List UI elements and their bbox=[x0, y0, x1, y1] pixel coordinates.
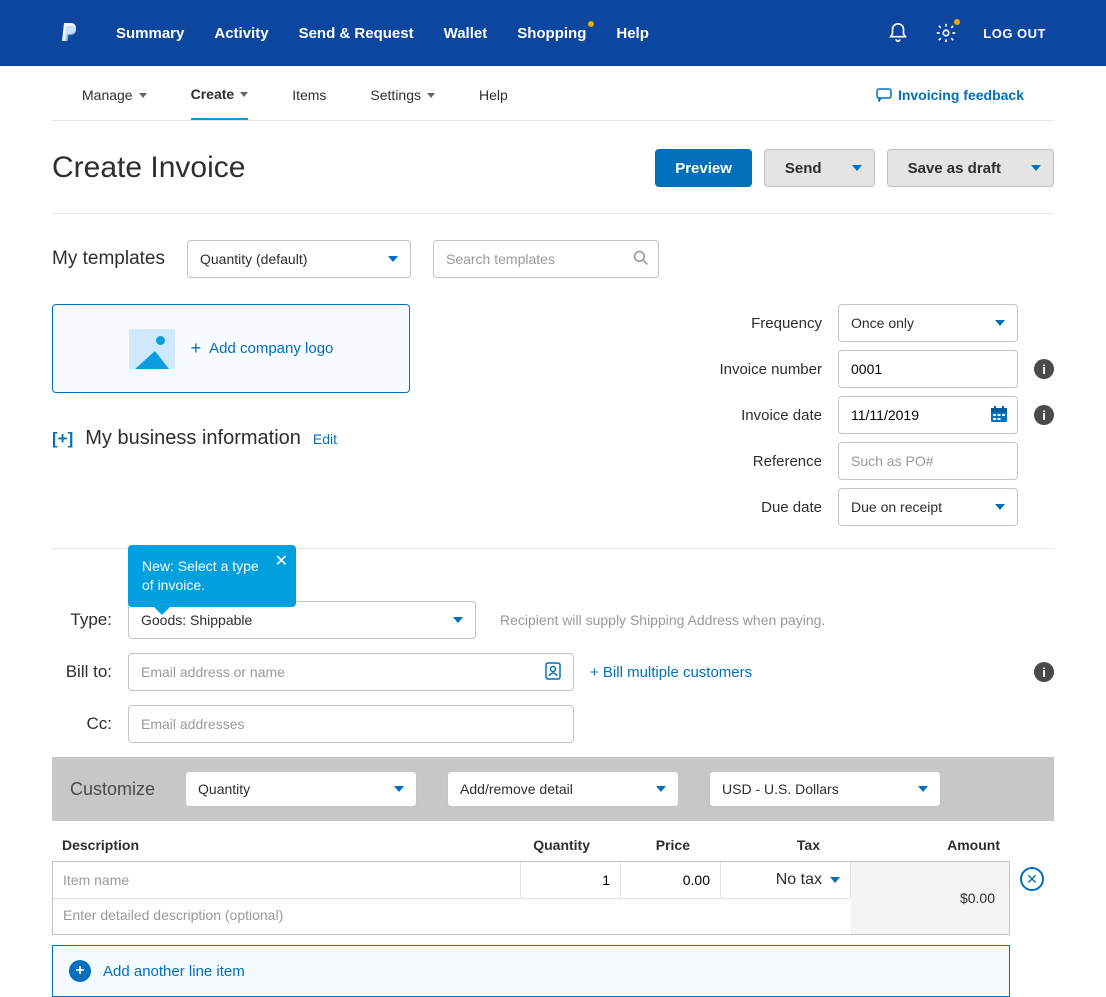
expand-toggle[interactable]: [+] bbox=[52, 429, 73, 449]
main-nav: Summary Activity Send & Request Wallet S… bbox=[116, 25, 649, 42]
item-price-input[interactable] bbox=[621, 862, 720, 898]
header-tax: Tax bbox=[690, 837, 820, 853]
frequency-select[interactable]: Once only bbox=[838, 304, 1018, 342]
bill-to-input[interactable] bbox=[128, 653, 574, 691]
item-name-input[interactable] bbox=[53, 862, 520, 898]
page-title: Create Invoice bbox=[52, 151, 245, 185]
header-amount: Amount bbox=[820, 837, 1000, 853]
chevron-down-icon bbox=[427, 93, 435, 98]
quantity-mode-select[interactable]: Quantity bbox=[185, 771, 417, 807]
preview-button[interactable]: Preview bbox=[655, 149, 752, 187]
calendar-icon[interactable] bbox=[990, 405, 1008, 423]
sub-tabs: Manage Create Items Settings Help Invoic… bbox=[52, 66, 1054, 121]
item-description-input[interactable] bbox=[53, 898, 851, 934]
nav-send-request[interactable]: Send & Request bbox=[299, 25, 414, 42]
bill-to-label: Bill to: bbox=[52, 662, 112, 682]
customize-bar: Customize Quantity Add/remove detail USD… bbox=[52, 757, 1054, 821]
template-search-input[interactable] bbox=[433, 240, 659, 278]
item-amount: $0.00 bbox=[851, 862, 1009, 934]
reference-label: Reference bbox=[694, 453, 822, 470]
type-hint: Recipient will supply Shipping Address w… bbox=[500, 612, 825, 628]
invoice-number-label: Invoice number bbox=[694, 361, 822, 378]
nav-shopping[interactable]: Shopping bbox=[517, 25, 586, 42]
paypal-logo-icon[interactable] bbox=[60, 21, 80, 45]
nav-wallet[interactable]: Wallet bbox=[444, 25, 488, 42]
chevron-down-icon bbox=[394, 786, 404, 792]
chat-icon bbox=[876, 88, 892, 102]
tab-manage[interactable]: Manage bbox=[82, 86, 147, 120]
due-date-label: Due date bbox=[694, 499, 822, 516]
cc-input[interactable] bbox=[128, 705, 574, 743]
bell-icon[interactable] bbox=[887, 22, 909, 44]
header-description: Description bbox=[62, 837, 490, 853]
nav-summary[interactable]: Summary bbox=[116, 25, 184, 42]
search-icon bbox=[633, 250, 649, 266]
invoice-date-label: Invoice date bbox=[694, 407, 822, 424]
add-line-item-button[interactable]: + Add another line item bbox=[52, 945, 1010, 997]
business-info-heading: My business information bbox=[85, 427, 301, 450]
template-select[interactable]: Quantity (default) bbox=[187, 240, 411, 278]
line-items-header: Description Quantity Price Tax Amount bbox=[52, 821, 1054, 861]
chevron-down-icon bbox=[995, 320, 1005, 326]
notification-dot-icon bbox=[588, 21, 594, 27]
header-quantity: Quantity bbox=[490, 837, 590, 853]
tab-items[interactable]: Items bbox=[292, 86, 326, 120]
chevron-down-icon bbox=[995, 504, 1005, 510]
item-qty-input[interactable] bbox=[521, 862, 620, 898]
invoicing-feedback-link[interactable]: Invoicing feedback bbox=[876, 86, 1024, 120]
chevron-down-icon bbox=[240, 92, 248, 97]
info-icon[interactable]: i bbox=[1034, 405, 1054, 425]
chevron-down-icon bbox=[453, 617, 463, 623]
cc-label: Cc: bbox=[52, 714, 112, 734]
chevron-down-icon bbox=[139, 93, 147, 98]
close-icon[interactable]: ✕ bbox=[275, 551, 288, 573]
invoice-number-input[interactable] bbox=[838, 350, 1018, 388]
nav-activity[interactable]: Activity bbox=[214, 25, 268, 42]
add-logo-button[interactable]: +Add company logo bbox=[52, 304, 410, 393]
plus-icon: + bbox=[191, 338, 202, 359]
templates-label: My templates bbox=[52, 248, 165, 270]
save-draft-button[interactable]: Save as draft bbox=[887, 149, 1054, 187]
item-tax-select[interactable]: No tax bbox=[721, 862, 851, 898]
gear-icon[interactable] bbox=[935, 22, 957, 44]
reference-input[interactable] bbox=[838, 442, 1018, 480]
send-button[interactable]: Send bbox=[764, 149, 875, 187]
tab-settings[interactable]: Settings bbox=[370, 86, 435, 120]
chevron-down-icon bbox=[852, 165, 862, 171]
type-tooltip: New: Select a type of invoice.✕ bbox=[128, 545, 296, 607]
top-nav: Summary Activity Send & Request Wallet S… bbox=[0, 0, 1106, 66]
customize-label: Customize bbox=[70, 779, 155, 800]
detail-select[interactable]: Add/remove detail bbox=[447, 771, 679, 807]
bill-multiple-link[interactable]: + Bill multiple customers bbox=[590, 664, 752, 681]
logout-button[interactable]: LOG OUT bbox=[983, 26, 1046, 41]
image-placeholder-icon bbox=[129, 329, 175, 369]
type-label: Type: bbox=[52, 610, 112, 630]
frequency-label: Frequency bbox=[694, 315, 822, 332]
edit-business-link[interactable]: Edit bbox=[313, 431, 337, 447]
header-price: Price bbox=[590, 837, 690, 853]
contact-icon[interactable] bbox=[544, 661, 564, 681]
tab-help[interactable]: Help bbox=[479, 86, 508, 120]
currency-select[interactable]: USD - U.S. Dollars bbox=[709, 771, 941, 807]
plus-circle-icon: + bbox=[69, 960, 91, 982]
notification-dot-icon bbox=[954, 19, 960, 25]
remove-line-item-button[interactable]: ✕ bbox=[1020, 867, 1044, 891]
chevron-down-icon bbox=[656, 786, 666, 792]
chevron-down-icon bbox=[388, 256, 398, 262]
chevron-down-icon bbox=[1031, 165, 1041, 171]
due-date-select[interactable]: Due on receipt bbox=[838, 488, 1018, 526]
tab-create[interactable]: Create bbox=[191, 86, 249, 120]
info-icon[interactable]: i bbox=[1034, 359, 1054, 379]
chevron-down-icon bbox=[918, 786, 928, 792]
chevron-down-icon bbox=[830, 877, 840, 883]
info-icon[interactable]: i bbox=[1034, 662, 1054, 682]
line-item-row: No tax $0.00 bbox=[52, 861, 1010, 935]
nav-help[interactable]: Help bbox=[616, 25, 649, 42]
